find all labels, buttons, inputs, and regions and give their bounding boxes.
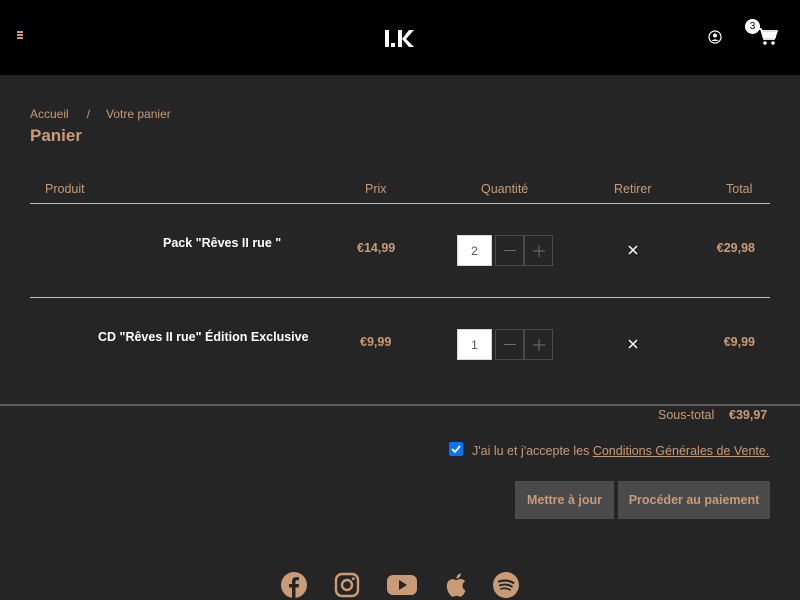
remove-item-icon[interactable] (626, 337, 640, 351)
cart-item-total: €29,98 (716, 241, 755, 255)
top-navigation-bar: 3 (0, 0, 800, 75)
breadcrumb-home-link[interactable]: Accueil (30, 107, 69, 121)
checkout-button[interactable]: Procéder au paiement (618, 481, 770, 519)
remove-item-icon[interactable] (626, 243, 640, 257)
cart-item-total: €9,99 (723, 335, 755, 349)
breadcrumb-current: Votre panier (106, 107, 171, 121)
column-header-product: Produit (45, 182, 85, 196)
quantity-decrease-button[interactable] (495, 235, 524, 266)
minus-icon (503, 343, 516, 345)
terms-conditions-link[interactable]: Conditions Générales de Vente. (593, 444, 770, 458)
facebook-icon[interactable] (281, 572, 307, 598)
terms-checkbox[interactable] (449, 442, 463, 456)
column-header-total: Total (726, 182, 753, 196)
update-cart-button[interactable]: Mettre à jour (515, 481, 614, 519)
terms-label: J'ai lu et j'accepte les Conditions Géné… (472, 444, 769, 458)
table-row-divider (30, 297, 770, 298)
cart-item-price: €9,99 (360, 335, 392, 349)
plus-icon (532, 338, 545, 351)
quantity-decrease-button[interactable] (495, 329, 524, 360)
user-account-icon[interactable] (708, 30, 722, 44)
page-title: Panier (30, 126, 82, 145)
quantity-increase-button[interactable] (524, 235, 553, 266)
quantity-input[interactable] (457, 329, 492, 360)
cart-item-name[interactable]: CD "Rêves II rue" Édition Exclusive (98, 330, 309, 344)
spotify-icon[interactable] (493, 572, 519, 598)
column-header-quantity: Quantité (481, 182, 529, 196)
quantity-increase-button[interactable] (524, 329, 553, 360)
terms-text: J'ai lu et j'accepte les (472, 444, 593, 458)
breadcrumb: Accueil / Votre panier (30, 107, 171, 121)
brand-logo[interactable] (382, 24, 416, 54)
column-header-remove: Retirer (614, 182, 652, 196)
subtotal-value: €39,97 (729, 408, 768, 422)
hamburger-menu-icon[interactable] (17, 31, 25, 41)
cart-button[interactable]: 3 (745, 19, 785, 49)
quantity-input[interactable] (457, 235, 492, 266)
shopping-cart-icon (757, 28, 778, 45)
cart-item-price: €14,99 (357, 241, 396, 255)
column-header-price: Prix (365, 182, 387, 196)
apple-music-icon[interactable] (443, 572, 467, 598)
breadcrumb-separator: / (86, 107, 91, 121)
cart-footer-divider (0, 404, 800, 406)
cart-item-name[interactable]: Pack "Rêves II rue " (163, 236, 281, 250)
minus-icon (503, 249, 516, 251)
subtotal-label: Sous-total (658, 408, 715, 422)
table-header-divider (30, 203, 770, 204)
youtube-icon[interactable] (387, 572, 417, 598)
instagram-icon[interactable] (334, 572, 360, 598)
plus-icon (532, 244, 545, 257)
